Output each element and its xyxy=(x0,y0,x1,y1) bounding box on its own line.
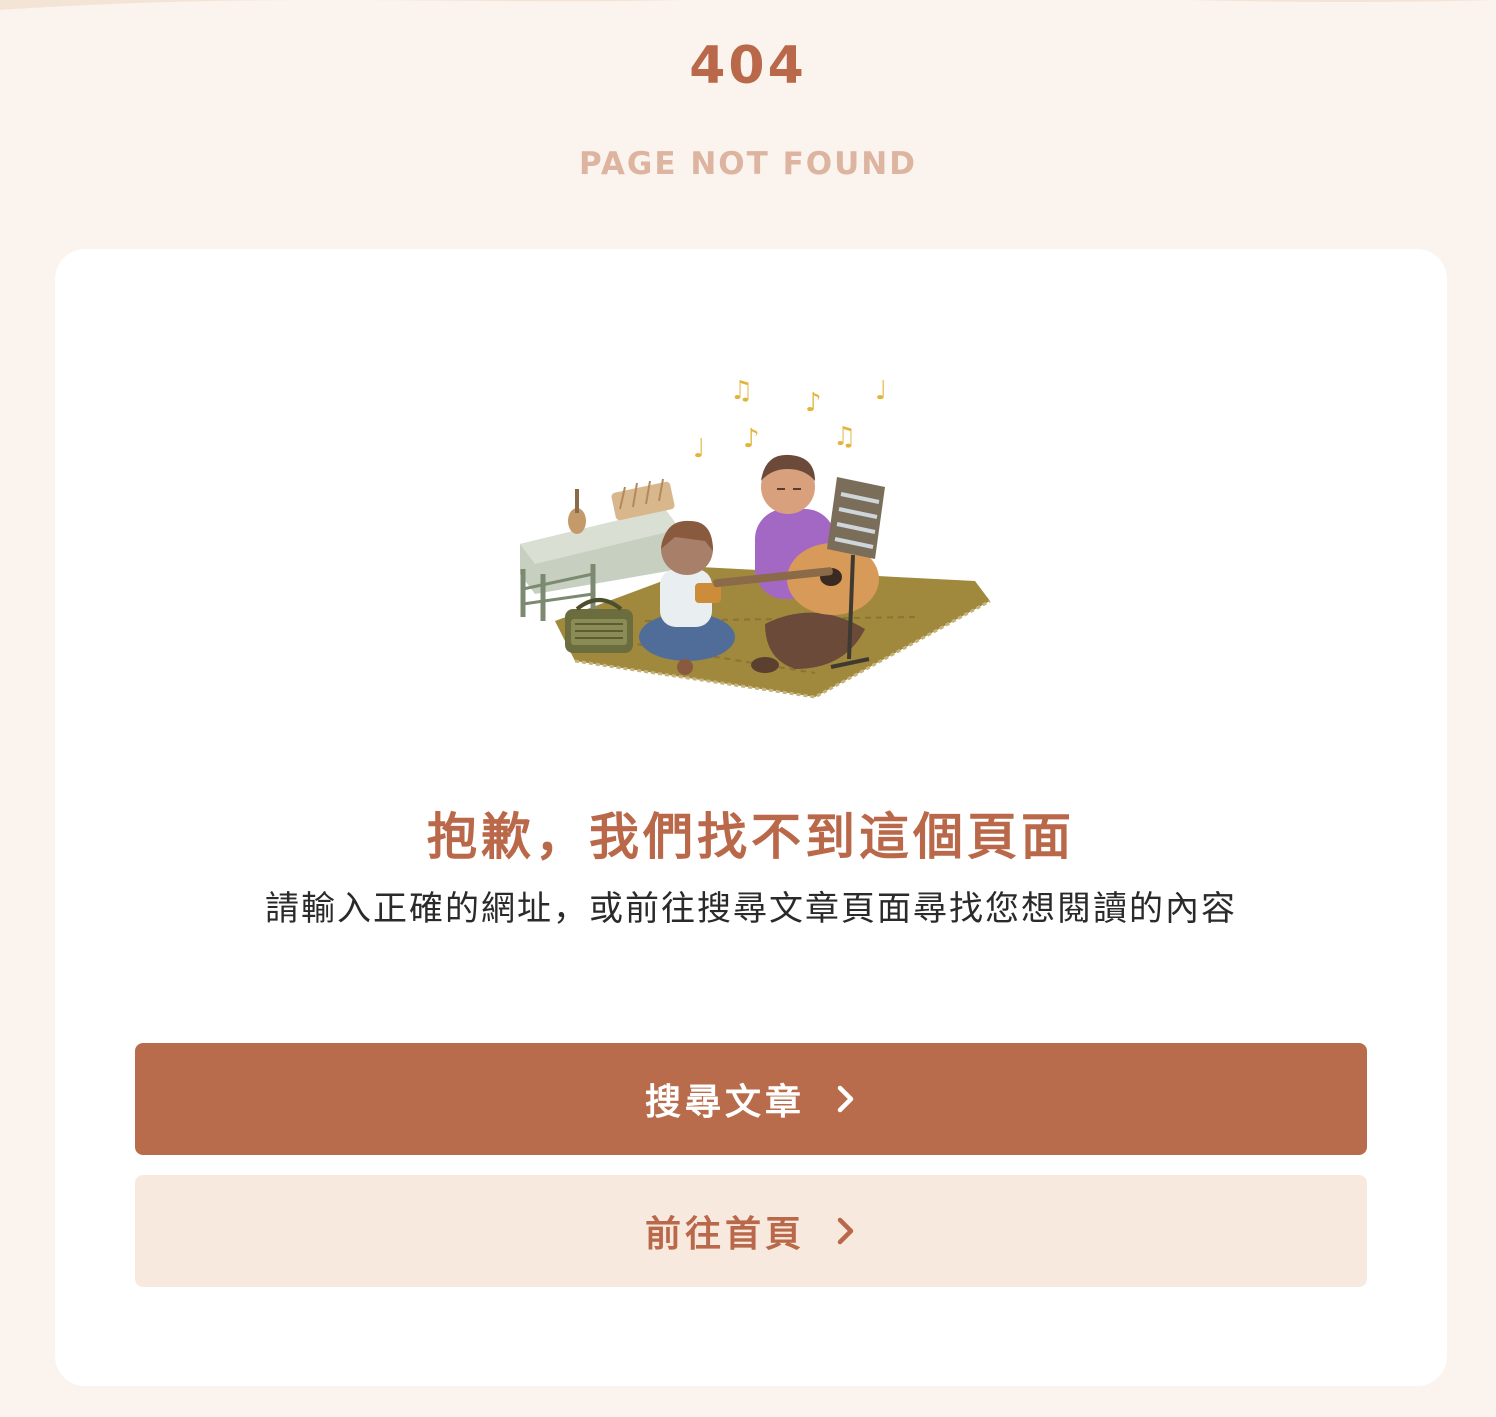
top-decoration xyxy=(0,0,1496,10)
search-articles-button[interactable]: 搜尋文章 xyxy=(135,1043,1367,1155)
svg-text:♫: ♫ xyxy=(730,376,753,406)
svg-text:♩: ♩ xyxy=(875,376,887,406)
go-home-label: 前往首頁 xyxy=(644,1214,805,1255)
not-found-page: 404 PAGE NOT FOUND ♫ ♪ ♩ ♩ ♪ ♫ 抱歉，我們找不到這… xyxy=(0,0,1496,1417)
chevron-right-icon xyxy=(837,1217,854,1245)
content-card: ♫ ♪ ♩ ♩ ♪ ♫ 抱歉，我們找不到這個頁面 請輸入正確的網址，或前往搜尋文… xyxy=(55,249,1447,1386)
error-code: 404 xyxy=(689,36,807,96)
not-found-headline: 抱歉，我們找不到這個頁面 xyxy=(427,808,1075,866)
error-subtitle: PAGE NOT FOUND xyxy=(579,146,917,182)
svg-text:♫: ♫ xyxy=(833,422,856,452)
search-articles-label: 搜尋文章 xyxy=(644,1082,805,1123)
svg-text:♪: ♪ xyxy=(805,388,822,418)
chevron-right-icon xyxy=(837,1085,854,1113)
go-home-button[interactable]: 前往首頁 xyxy=(135,1175,1367,1287)
svg-text:♩: ♩ xyxy=(693,434,705,464)
svg-text:♪: ♪ xyxy=(743,424,760,454)
music-picnic-illustration: ♫ ♪ ♩ ♩ ♪ ♫ xyxy=(520,376,991,699)
not-found-description: 請輸入正確的網址，或前往搜尋文章頁面尋找您想閱讀的內容 xyxy=(265,889,1237,929)
